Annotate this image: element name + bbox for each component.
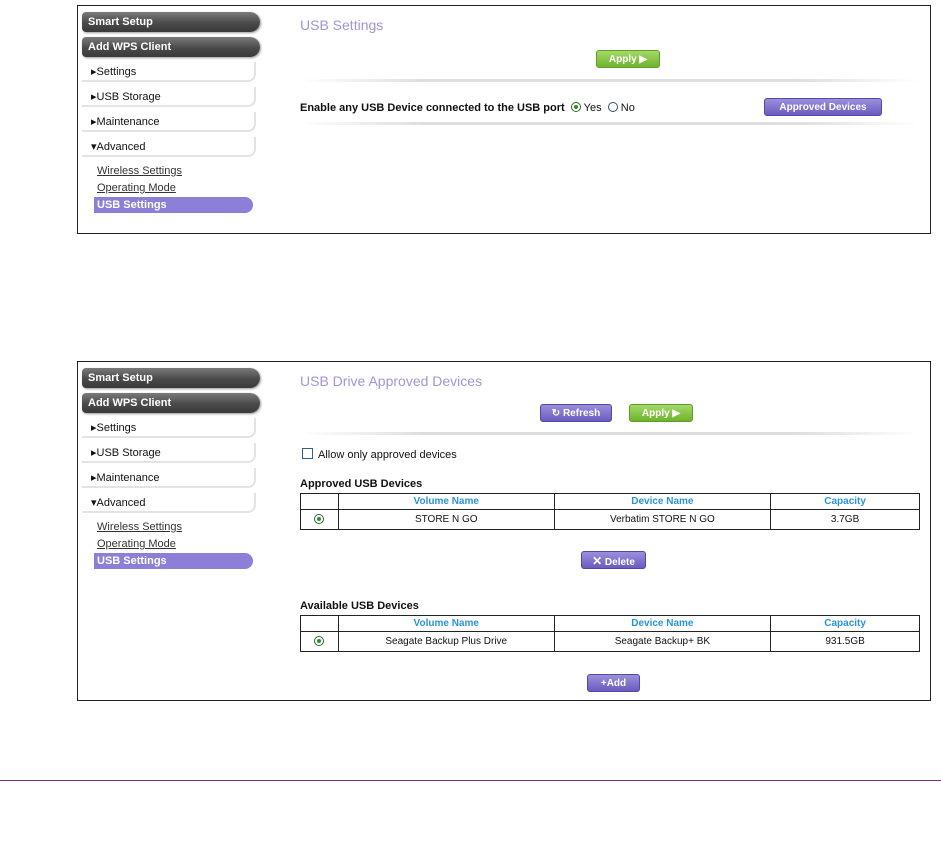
refresh-button[interactable]: ↻ Refresh [540, 404, 612, 422]
no-radio[interactable] [607, 102, 618, 112]
row-select-cell [300, 509, 339, 530]
link-usb-settings-active[interactable]: USB Settings [94, 197, 253, 213]
allow-only-approved-label: Allow only approved devices [318, 449, 457, 461]
approved-devices-button[interactable]: Approved Devices [764, 98, 882, 116]
yes-radio[interactable] [570, 102, 581, 112]
add-wps-client-button[interactable]: Add WPS Client [82, 393, 260, 413]
available-section-label: Available USB Devices [300, 600, 419, 612]
row-radio[interactable] [314, 635, 325, 646]
nav-maintenance[interactable]: ▸Maintenance [82, 468, 256, 488]
table-row[interactable]: STORE N GO Verbatim STORE N GO 3.7GB [300, 509, 920, 530]
device-name-header: Device Name [553, 615, 772, 632]
row-radio[interactable] [314, 513, 325, 524]
page-title: USB Settings [300, 17, 384, 33]
usb-approved-devices-panel: Smart Setup Add WPS Client ▸Settings ▸US… [77, 361, 931, 701]
link-wireless-settings[interactable]: Wireless Settings [97, 163, 260, 180]
no-label: No [620, 102, 635, 114]
select-column-header [300, 615, 339, 632]
refresh-icon: ↻ [551, 408, 561, 419]
device-name-cell: Verbatim STORE N GO [553, 509, 772, 530]
capacity-cell: 3.7GB [770, 509, 920, 530]
link-usb-settings-active[interactable]: USB Settings [94, 553, 253, 569]
nav-advanced[interactable]: ▾Advanced [82, 137, 256, 157]
delete-button[interactable]: ✕ Delete [581, 551, 646, 569]
yes-label: Yes [583, 102, 602, 114]
delete-label: Delete [604, 557, 635, 568]
row-select-cell [300, 631, 339, 652]
capacity-header: Capacity [770, 493, 920, 510]
page-title: USB Drive Approved Devices [300, 373, 483, 389]
usb-settings-panel: Smart Setup Add WPS Client ▸Settings ▸US… [77, 5, 931, 234]
advanced-sub-links: Wireless Settings Operating Mode USB Set… [82, 519, 260, 569]
available-devices-table: Volume Name Device Name Capacity Seagate… [300, 615, 920, 652]
volume-name-cell: Seagate Backup Plus Drive [337, 631, 555, 652]
approved-section-label: Approved USB Devices [300, 478, 423, 490]
add-button[interactable]: +Add [587, 674, 640, 692]
table-row[interactable]: Seagate Backup Plus Drive Seagate Backup… [300, 631, 920, 652]
apply-button[interactable]: Apply ▶ [596, 50, 660, 68]
footer-rule [0, 780, 941, 781]
sidebar: Smart Setup Add WPS Client ▸Settings ▸US… [82, 368, 260, 569]
add-wps-client-button[interactable]: Add WPS Client [82, 37, 260, 57]
nav-usb-storage[interactable]: ▸USB Storage [82, 443, 256, 463]
apply-button[interactable]: Apply ▶ [629, 404, 693, 422]
refresh-label: Refresh [562, 408, 601, 419]
link-operating-mode[interactable]: Operating Mode [97, 536, 260, 553]
capacity-header: Capacity [770, 615, 920, 632]
volume-name-header: Volume Name [337, 615, 555, 632]
table-header-row: Volume Name Device Name Capacity [300, 615, 920, 632]
device-name-cell: Seagate Backup+ BK [553, 631, 772, 652]
link-operating-mode[interactable]: Operating Mode [97, 180, 260, 197]
divider [300, 79, 920, 82]
divider [300, 122, 920, 125]
link-wireless-settings[interactable]: Wireless Settings [97, 519, 260, 536]
nav-usb-storage[interactable]: ▸USB Storage [82, 87, 256, 107]
advanced-sub-links: Wireless Settings Operating Mode USB Set… [82, 163, 260, 213]
table-header-row: Volume Name Device Name Capacity [300, 493, 920, 510]
allow-only-approved-checkbox[interactable] [302, 448, 313, 459]
delete-icon: ✕ [592, 554, 603, 568]
approved-devices-table: Volume Name Device Name Capacity STORE N… [300, 493, 920, 530]
volume-name-cell: STORE N GO [337, 509, 555, 530]
nav-advanced[interactable]: ▾Advanced [82, 493, 256, 513]
sidebar: Smart Setup Add WPS Client ▸Settings ▸US… [82, 12, 260, 213]
nav-settings[interactable]: ▸Settings [82, 418, 256, 438]
smart-setup-button[interactable]: Smart Setup [82, 368, 260, 388]
divider [300, 432, 920, 435]
enable-usb-label: Enable any USB Device connected to the U… [300, 102, 565, 114]
select-column-header [300, 493, 339, 510]
nav-maintenance[interactable]: ▸Maintenance [82, 112, 256, 132]
enable-usb-row: Enable any USB Device connected to the U… [300, 102, 635, 114]
capacity-cell: 931.5GB [770, 631, 920, 652]
device-name-header: Device Name [553, 493, 772, 510]
volume-name-header: Volume Name [337, 493, 555, 510]
nav-settings[interactable]: ▸Settings [82, 62, 256, 82]
smart-setup-button[interactable]: Smart Setup [82, 12, 260, 32]
add-label: Add [606, 678, 627, 689]
